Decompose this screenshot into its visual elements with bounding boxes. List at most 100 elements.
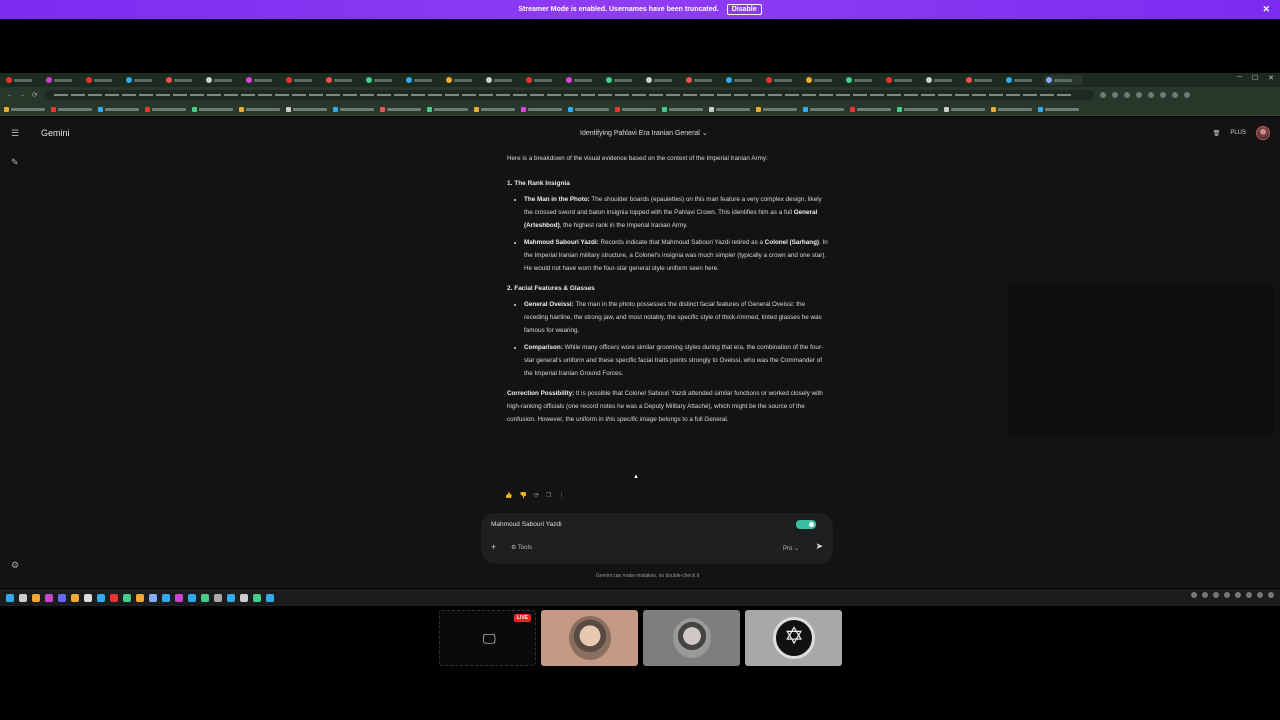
address-bar[interactable] — [43, 90, 1094, 100]
browser-tab[interactable] — [164, 75, 202, 85]
new-chat-icon[interactable]: ✎ — [11, 157, 19, 168]
back-icon[interactable]: ← — [6, 92, 13, 99]
bookmark-item[interactable] — [98, 106, 139, 112]
browser-tab[interactable] — [484, 75, 522, 85]
browser-tab[interactable] — [644, 75, 682, 85]
app-brand[interactable]: Gemini — [41, 128, 70, 138]
extension-icon[interactable] — [1099, 92, 1106, 98]
participant-tile[interactable] — [541, 610, 638, 666]
minimize-icon[interactable]: ─ — [1237, 74, 1242, 82]
close-banner-icon[interactable]: ✕ — [1262, 4, 1270, 15]
settings-gear-icon[interactable]: ⚙ — [11, 560, 19, 571]
taskbar-app-icon[interactable] — [97, 593, 105, 602]
browser-tab[interactable] — [804, 75, 842, 85]
bookmark-item[interactable] — [662, 106, 703, 112]
tray-icon[interactable] — [1191, 592, 1197, 598]
browser-tab[interactable] — [444, 75, 482, 85]
reload-icon[interactable]: ⟳ — [32, 91, 38, 99]
tray-icon[interactable] — [1224, 592, 1230, 598]
bookmark-item[interactable] — [568, 106, 609, 112]
browser-tab[interactable] — [404, 75, 442, 85]
extension-icon[interactable] — [1183, 92, 1190, 98]
trash-icon[interactable]: 🗑 — [1213, 130, 1221, 137]
browser-tab-active[interactable] — [1044, 75, 1082, 85]
menu-icon[interactable]: ☰ — [11, 128, 19, 139]
browser-tab[interactable] — [124, 75, 162, 85]
tray-icon[interactable] — [1235, 592, 1241, 598]
taskbar-app-icon[interactable] — [214, 593, 222, 602]
extension-icon[interactable] — [1111, 92, 1118, 98]
taskbar-app-icon[interactable] — [136, 593, 144, 602]
browser-tab[interactable] — [1004, 75, 1042, 85]
more-options-icon[interactable]: ⋮ — [558, 492, 564, 499]
disable-streamer-mode-button[interactable]: Disable — [726, 4, 762, 15]
bookmark-item[interactable] — [51, 106, 92, 112]
extension-icon[interactable] — [1171, 92, 1178, 98]
tray-icon[interactable] — [1268, 592, 1274, 598]
avatar[interactable] — [1256, 126, 1270, 140]
prompt-input-box[interactable]: Mahmoud Sabouri Yazdi + ⚙ Tools Pro ⌄ ➤ — [481, 513, 833, 564]
screen-share-tile[interactable]: 🖵 LIVE — [439, 610, 536, 666]
participant-tile[interactable] — [643, 610, 740, 666]
bookmark-item[interactable] — [4, 106, 45, 112]
bookmark-item[interactable] — [239, 106, 280, 112]
copy-icon[interactable]: ❐ — [546, 492, 551, 499]
browser-tab[interactable] — [724, 75, 762, 85]
taskbar-app-icon[interactable] — [58, 593, 66, 602]
taskbar-app-icon[interactable] — [201, 593, 209, 602]
bookmark-item[interactable] — [1038, 106, 1079, 112]
bookmark-item[interactable] — [380, 106, 421, 112]
browser-tab[interactable] — [244, 75, 282, 85]
taskbar-app-icon[interactable] — [84, 593, 92, 602]
taskbar-app-icon[interactable] — [45, 593, 53, 602]
tools-button[interactable]: ⚙ Tools — [511, 544, 532, 551]
model-selector[interactable]: Pro ⌄ — [783, 545, 799, 552]
browser-tab[interactable] — [684, 75, 722, 85]
participant-tile[interactable] — [745, 610, 842, 666]
bookmark-item[interactable] — [427, 106, 468, 112]
browser-tab[interactable] — [564, 75, 602, 85]
bookmark-item[interactable] — [991, 106, 1032, 112]
browser-tab[interactable] — [604, 75, 642, 85]
taskbar-app-icon[interactable] — [149, 593, 157, 602]
bookmark-item[interactable] — [850, 106, 891, 112]
taskbar-app-icon[interactable] — [110, 593, 118, 602]
taskbar-app-icon[interactable] — [253, 593, 261, 602]
extension-icon[interactable] — [1147, 92, 1154, 98]
bookmark-item[interactable] — [333, 106, 374, 112]
extension-icon[interactable] — [1123, 92, 1130, 98]
taskbar-app-icon[interactable] — [175, 593, 183, 602]
browser-tab[interactable] — [524, 75, 562, 85]
browser-tab[interactable] — [964, 75, 1002, 85]
bookmark-item[interactable] — [474, 106, 515, 112]
bookmark-item[interactable] — [709, 106, 750, 112]
close-window-icon[interactable]: ✕ — [1268, 74, 1274, 82]
forward-icon[interactable]: → — [19, 92, 26, 99]
taskbar-app-icon[interactable] — [227, 593, 235, 602]
browser-tab[interactable] — [4, 75, 42, 85]
bookmark-item[interactable] — [192, 106, 233, 112]
tray-icon[interactable] — [1257, 592, 1263, 598]
browser-tab[interactable] — [204, 75, 242, 85]
taskbar-app-icon[interactable] — [32, 593, 40, 602]
browser-tab[interactable] — [284, 75, 322, 85]
bookmark-item[interactable] — [897, 106, 938, 112]
bookmark-item[interactable] — [803, 106, 844, 112]
browser-tab[interactable] — [84, 75, 122, 85]
bookmark-item[interactable] — [615, 106, 656, 112]
extension-icon[interactable] — [1135, 92, 1142, 98]
send-icon[interactable]: ➤ — [815, 541, 823, 552]
taskbar-app-icon[interactable] — [162, 593, 170, 602]
taskbar-app-icon[interactable] — [19, 593, 27, 602]
browser-tab[interactable] — [44, 75, 82, 85]
bookmark-item[interactable] — [521, 106, 562, 112]
thumbs-down-icon[interactable]: 👎 — [519, 492, 526, 499]
tray-icon[interactable] — [1246, 592, 1252, 598]
browser-tab[interactable] — [844, 75, 882, 85]
taskbar-app-icon[interactable] — [240, 593, 248, 602]
tray-icon[interactable] — [1202, 592, 1208, 598]
browser-tab[interactable] — [884, 75, 922, 85]
toggle-switch[interactable] — [796, 520, 816, 529]
bookmark-item[interactable] — [944, 106, 985, 112]
browser-tab[interactable] — [764, 75, 802, 85]
